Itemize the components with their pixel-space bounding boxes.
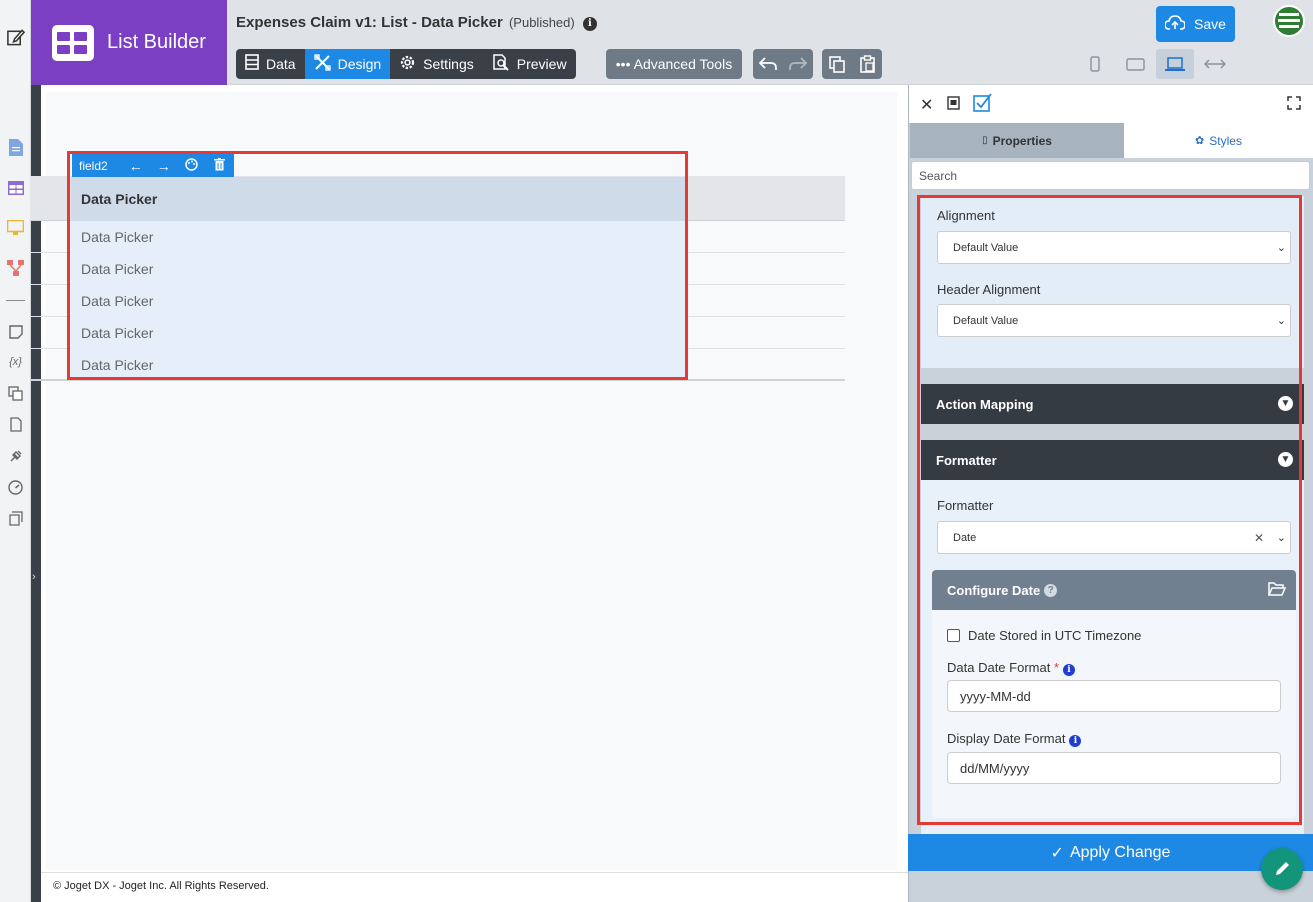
- builder-tabs: Data Design Settings Preview: [236, 49, 576, 79]
- brand: List Builder: [31, 0, 227, 85]
- chevron-right-icon[interactable]: ›: [32, 571, 36, 583]
- app-title-text: Expenses Claim v1: List - Data Picker: [236, 14, 503, 31]
- paste-button[interactable]: [852, 49, 882, 79]
- edit-icon[interactable]: [6, 27, 25, 46]
- redo-icon: [789, 57, 807, 70]
- edit-fab-button[interactable]: [1261, 848, 1303, 890]
- list-builder-icon[interactable]: [6, 178, 25, 197]
- info-icon[interactable]: i: [582, 17, 597, 31]
- apply-change-button[interactable]: ✓ Apply Change: [908, 834, 1313, 871]
- tab-styles-label: Styles: [1209, 133, 1242, 148]
- rail-divider: [6, 300, 25, 301]
- palette-icon: ✿: [1195, 135, 1205, 147]
- gear-icon: [399, 54, 416, 75]
- save-button[interactable]: Save: [1156, 6, 1235, 42]
- close-icon[interactable]: ✕: [920, 95, 933, 115]
- header: Expenses Claim v1: List - Data Picker (P…: [227, 0, 1313, 85]
- panel-window-icon[interactable]: [947, 96, 960, 115]
- plugin-icon[interactable]: [6, 446, 25, 465]
- ui-builder-icon[interactable]: [6, 218, 25, 237]
- page-title: Expenses Claim v1: List - Data Picker (P…: [236, 14, 597, 31]
- form-builder-icon[interactable]: [6, 138, 25, 157]
- tab-data[interactable]: Data: [236, 49, 305, 79]
- device-tablet-icon[interactable]: [1116, 49, 1154, 79]
- device-phone-icon[interactable]: [1076, 49, 1114, 79]
- tab-settings-label: Settings: [423, 56, 474, 72]
- document-icon: ▯: [982, 135, 988, 146]
- undo-icon: [759, 57, 777, 70]
- highlight-properties-box: [917, 195, 1302, 825]
- apply-change-label: Apply Change: [1069, 843, 1171, 861]
- brand-title: List Builder: [107, 31, 206, 53]
- copy-paste-group: [822, 49, 882, 79]
- panel-tabs: ▯ Properties ✿ Styles: [910, 123, 1313, 158]
- tab-properties[interactable]: ▯ Properties: [910, 123, 1124, 158]
- tab-preview-label: Preview: [516, 56, 567, 72]
- left-icon-rail: {x}: [0, 0, 31, 902]
- tab-preview[interactable]: Preview: [483, 49, 576, 79]
- process-builder-icon[interactable]: [6, 258, 25, 277]
- pencil-icon: [1276, 862, 1289, 875]
- check-icon: ✓: [1050, 844, 1064, 862]
- file-icon[interactable]: [6, 415, 25, 434]
- preview-icon: [492, 53, 510, 75]
- tab-design-label: Design: [337, 56, 382, 72]
- list-icon: [245, 54, 259, 74]
- tab-properties-label: Properties: [992, 133, 1052, 148]
- device-fullwidth-icon[interactable]: [1196, 49, 1234, 79]
- tab-data-label: Data: [266, 56, 296, 72]
- undo-button[interactable]: [753, 49, 783, 79]
- footer: © Joget DX - Joget Inc. All Rights Reser…: [41, 872, 908, 902]
- footer-copyright: © Joget DX - Joget Inc. All Rights Reser…: [53, 880, 269, 892]
- note-icon[interactable]: [6, 322, 25, 341]
- copy-button[interactable]: [822, 49, 852, 79]
- properties-search-input[interactable]: [911, 161, 1310, 190]
- variable-icon[interactable]: {x}: [6, 352, 25, 371]
- publish-status: (Published): [508, 15, 575, 30]
- cloud-upload-icon: [1164, 15, 1186, 33]
- device-laptop-icon[interactable]: [1156, 49, 1194, 79]
- performance-icon[interactable]: [6, 478, 25, 497]
- avatar[interactable]: [1273, 5, 1305, 37]
- copy-icon: [829, 55, 845, 73]
- undo-redo-group: [753, 49, 813, 79]
- highlight-column-box: [67, 151, 688, 380]
- panel-toolbar: ✕: [909, 85, 1313, 123]
- advanced-tools-button[interactable]: ••• Advanced Tools: [606, 49, 742, 79]
- advanced-tools-label: ••• Advanced Tools: [615, 56, 733, 72]
- translate-icon[interactable]: [6, 384, 25, 403]
- tab-styles[interactable]: ✿ Styles: [1124, 123, 1313, 158]
- fullscreen-icon[interactable]: [1287, 96, 1301, 115]
- checkbox-panel-icon[interactable]: [973, 92, 993, 117]
- paste-icon: [859, 55, 875, 73]
- list-builder-logo-icon: [52, 24, 94, 61]
- scroll-icon[interactable]: [6, 509, 25, 528]
- tab-settings[interactable]: Settings: [390, 49, 483, 79]
- save-label: Save: [1194, 16, 1226, 32]
- tab-design[interactable]: Design: [304, 49, 391, 79]
- design-tools-icon: [313, 53, 331, 75]
- redo-button[interactable]: [783, 49, 813, 79]
